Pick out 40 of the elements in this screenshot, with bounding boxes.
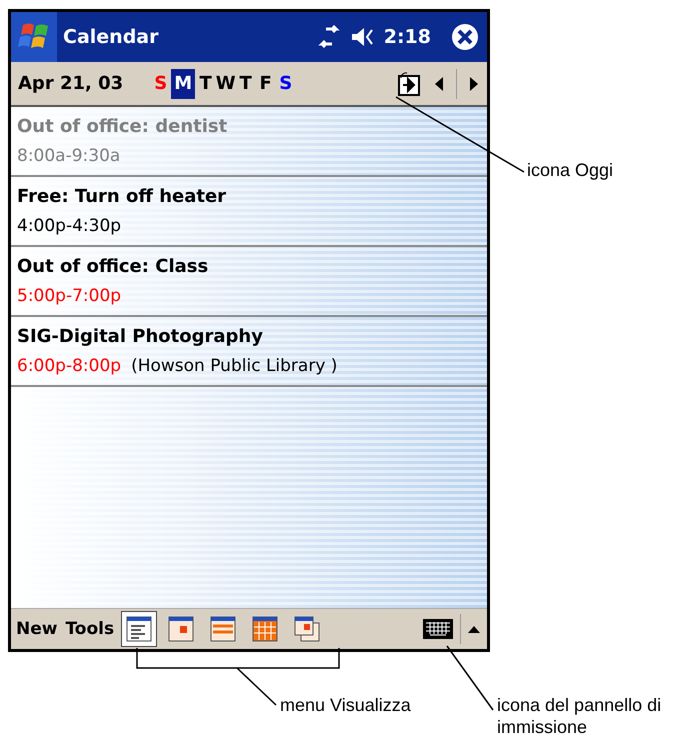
connectivity-icon[interactable] (316, 25, 342, 49)
weekday-tab[interactable]: T (236, 68, 256, 98)
appointment-row[interactable]: Out of office: Class 5:00p-7:00p (11, 247, 487, 317)
callout-label: icona Oggi (527, 160, 614, 182)
weekday-tab[interactable]: S (276, 68, 296, 98)
appointment-row[interactable]: Free: Turn off heater 4:00p-4:30p (11, 177, 487, 247)
appointment-title: Free: Turn off heater (17, 186, 228, 207)
appointment-row[interactable]: Out of office: dentist 8:00a-9:30a (11, 107, 487, 177)
previous-arrow-icon[interactable] (434, 76, 444, 92)
menu-button[interactable]: New (13, 619, 60, 639)
window-title: Calendar (63, 26, 160, 48)
appointment-title: Out of office: dentist (17, 116, 228, 137)
weekday-tab[interactable]: W (216, 68, 236, 98)
next-arrow-icon[interactable] (469, 76, 479, 92)
month-view-icon (250, 614, 280, 644)
year-view-icon (292, 614, 322, 644)
view-button[interactable] (121, 611, 158, 647)
agenda-view-icon (124, 614, 154, 644)
today-icon[interactable] (396, 70, 422, 96)
menu-button[interactable]: Tools (62, 619, 118, 639)
callout-label: menu Visualizza (280, 695, 411, 717)
close-icon[interactable] (451, 23, 479, 51)
appointment-time: 8:00a-9:30a (17, 146, 120, 166)
appointment-location: (Howson Public Library ) (131, 356, 338, 376)
weekday-tab[interactable]: T (196, 68, 216, 98)
appointment-title: Out of office: Class (17, 256, 210, 277)
date-label: Apr 21, 03 (18, 73, 124, 94)
appointment-row[interactable]: SIG-Digital Photography 6:00p-8:00p (Howson Public Library ) (11, 317, 487, 387)
clock-time[interactable]: 2:18 (384, 26, 431, 48)
weekday-tab[interactable]: M (171, 68, 196, 98)
keyboard-icon[interactable] (422, 617, 454, 641)
appointment-time: 4:00p-4:30p (17, 216, 122, 236)
appointment-time: 5:00p-7:00p (17, 286, 122, 306)
day-view-icon (166, 614, 196, 644)
up-arrow-icon[interactable] (467, 624, 481, 634)
weekday-tab[interactable]: F (256, 68, 276, 98)
appointment-time: 6:00p-8:00p (17, 356, 122, 376)
appointment-title: SIG-Digital Photography (17, 326, 264, 347)
week-view-icon (208, 614, 238, 644)
callout-label: icona del pannello di immissione (497, 695, 662, 738)
